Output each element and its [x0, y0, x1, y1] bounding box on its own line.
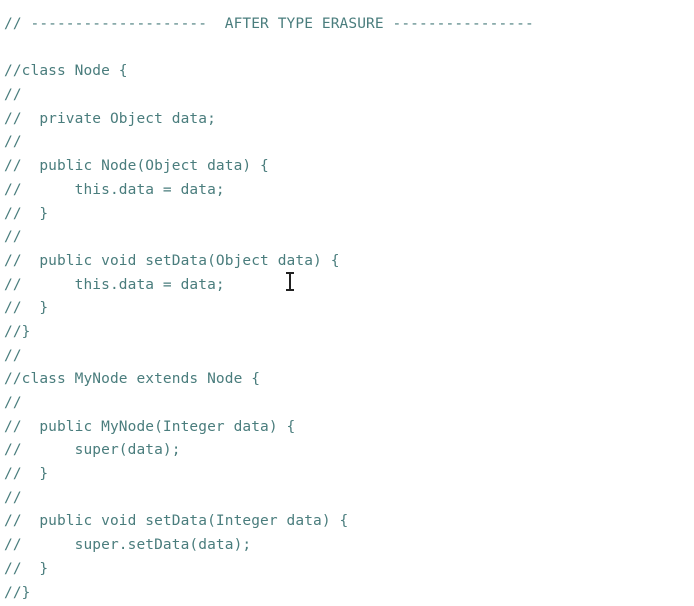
code-text[interactable]: // -------------------- AFTER TYPE ERASU… [4, 13, 534, 605]
code-line-10: // [4, 229, 22, 246]
code-line-6: // [4, 134, 22, 151]
code-line-1: // -------------------- AFTER TYPE ERASU… [4, 16, 534, 32]
code-line-4: // [4, 87, 22, 104]
code-line-18: // public MyNode(Integer data) { [4, 418, 296, 435]
code-line-8: // this.data = data; [4, 181, 225, 198]
code-line-15: // [4, 347, 22, 364]
code-line-17: // [4, 395, 22, 411]
code-line-19: // super(data); [4, 442, 181, 459]
code-line-24: // } [4, 560, 49, 577]
code-line-9: // } [4, 205, 49, 222]
code-editor[interactable]: // -------------------- AFTER TYPE ERASU… [0, 0, 694, 606]
code-line-13: // } [4, 300, 49, 317]
code-line-3: //class Node { [4, 63, 128, 80]
cursor-stem [289, 273, 291, 289]
code-line-7: // public Node(Object data) { [4, 158, 269, 175]
code-line-11: // public void setData(Object data) { [4, 252, 340, 269]
code-line-16: //class MyNode extends Node { [4, 371, 261, 388]
code-line-14: //} [4, 323, 31, 340]
code-line-5: // private Object data; [4, 110, 216, 127]
code-line-22: // public void setData(Integer data) { [4, 513, 349, 530]
code-line-20: // } [4, 466, 49, 483]
code-line-12: // this.data = data; [4, 276, 225, 293]
code-line-25: //} [4, 584, 31, 601]
code-line-23: // super.setData(data); [4, 537, 252, 554]
cursor-bottom-serif [286, 289, 294, 291]
text-cursor-icon [285, 271, 295, 291]
code-line-21: // [4, 489, 22, 506]
